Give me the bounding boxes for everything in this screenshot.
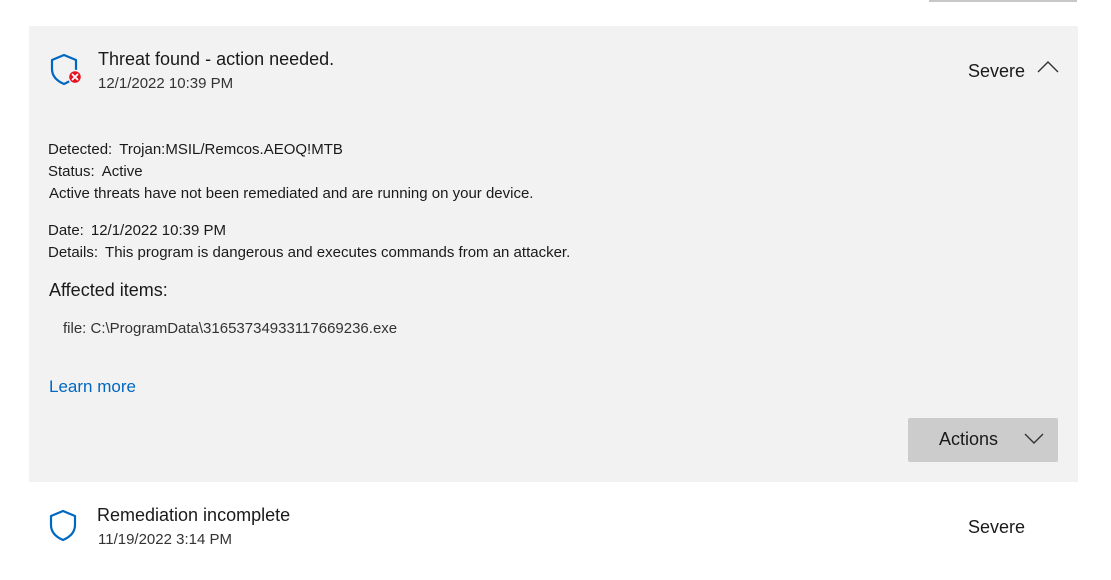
affected-items-heading: Affected items: — [49, 280, 168, 300]
actions-label: Actions — [939, 429, 999, 449]
chevron-up-icon[interactable] — [1037, 60, 1059, 74]
status-value: Active — [101, 163, 143, 180]
severity-label: Severe — [968, 517, 1026, 537]
affected-item: file: C:\ProgramData\3165373493311766923… — [63, 320, 398, 337]
date-row: Date: 12/1/2022 10:39 PM — [48, 222, 226, 239]
shield-error-icon — [50, 53, 83, 86]
previous-item-edge — [929, 0, 1077, 2]
date-value: 12/1/2022 10:39 PM — [90, 222, 226, 239]
detected-label: Detected: — [48, 141, 113, 158]
status-row: Status: Active — [48, 163, 143, 180]
chevron-down-icon — [1024, 433, 1044, 444]
threat-date: 11/19/2022 3:14 PM — [98, 531, 232, 548]
threat-title: Remediation incomplete — [97, 505, 291, 525]
threat-title: Threat found - action needed. — [98, 49, 335, 69]
threat-card-collapsed[interactable]: Remediation incomplete 11/19/2022 3:14 P… — [29, 492, 1078, 562]
details-label: Details: — [48, 244, 99, 261]
details-value: This program is dangerous and executes c… — [105, 244, 571, 261]
date-label: Date: — [48, 222, 84, 239]
severity-label: Severe — [968, 61, 1026, 81]
details-row: Details: This program is dangerous and ex… — [48, 244, 570, 261]
threat-date: 12/1/2022 10:39 PM — [98, 75, 234, 92]
threat-card-expanded: Threat found - action needed. 12/1/2022 … — [29, 26, 1078, 482]
detected-row: Detected: Trojan:MSIL/Remcos.AEOQ!MTB — [48, 141, 343, 158]
actions-button[interactable]: Actions — [908, 418, 1058, 462]
learn-more-link[interactable]: Learn more — [49, 377, 136, 397]
status-note: Active threats have not been remediated … — [49, 185, 534, 202]
shield-icon — [49, 509, 77, 542]
detected-value: Trojan:MSIL/Remcos.AEOQ!MTB — [119, 141, 343, 158]
status-label: Status: — [48, 163, 95, 180]
